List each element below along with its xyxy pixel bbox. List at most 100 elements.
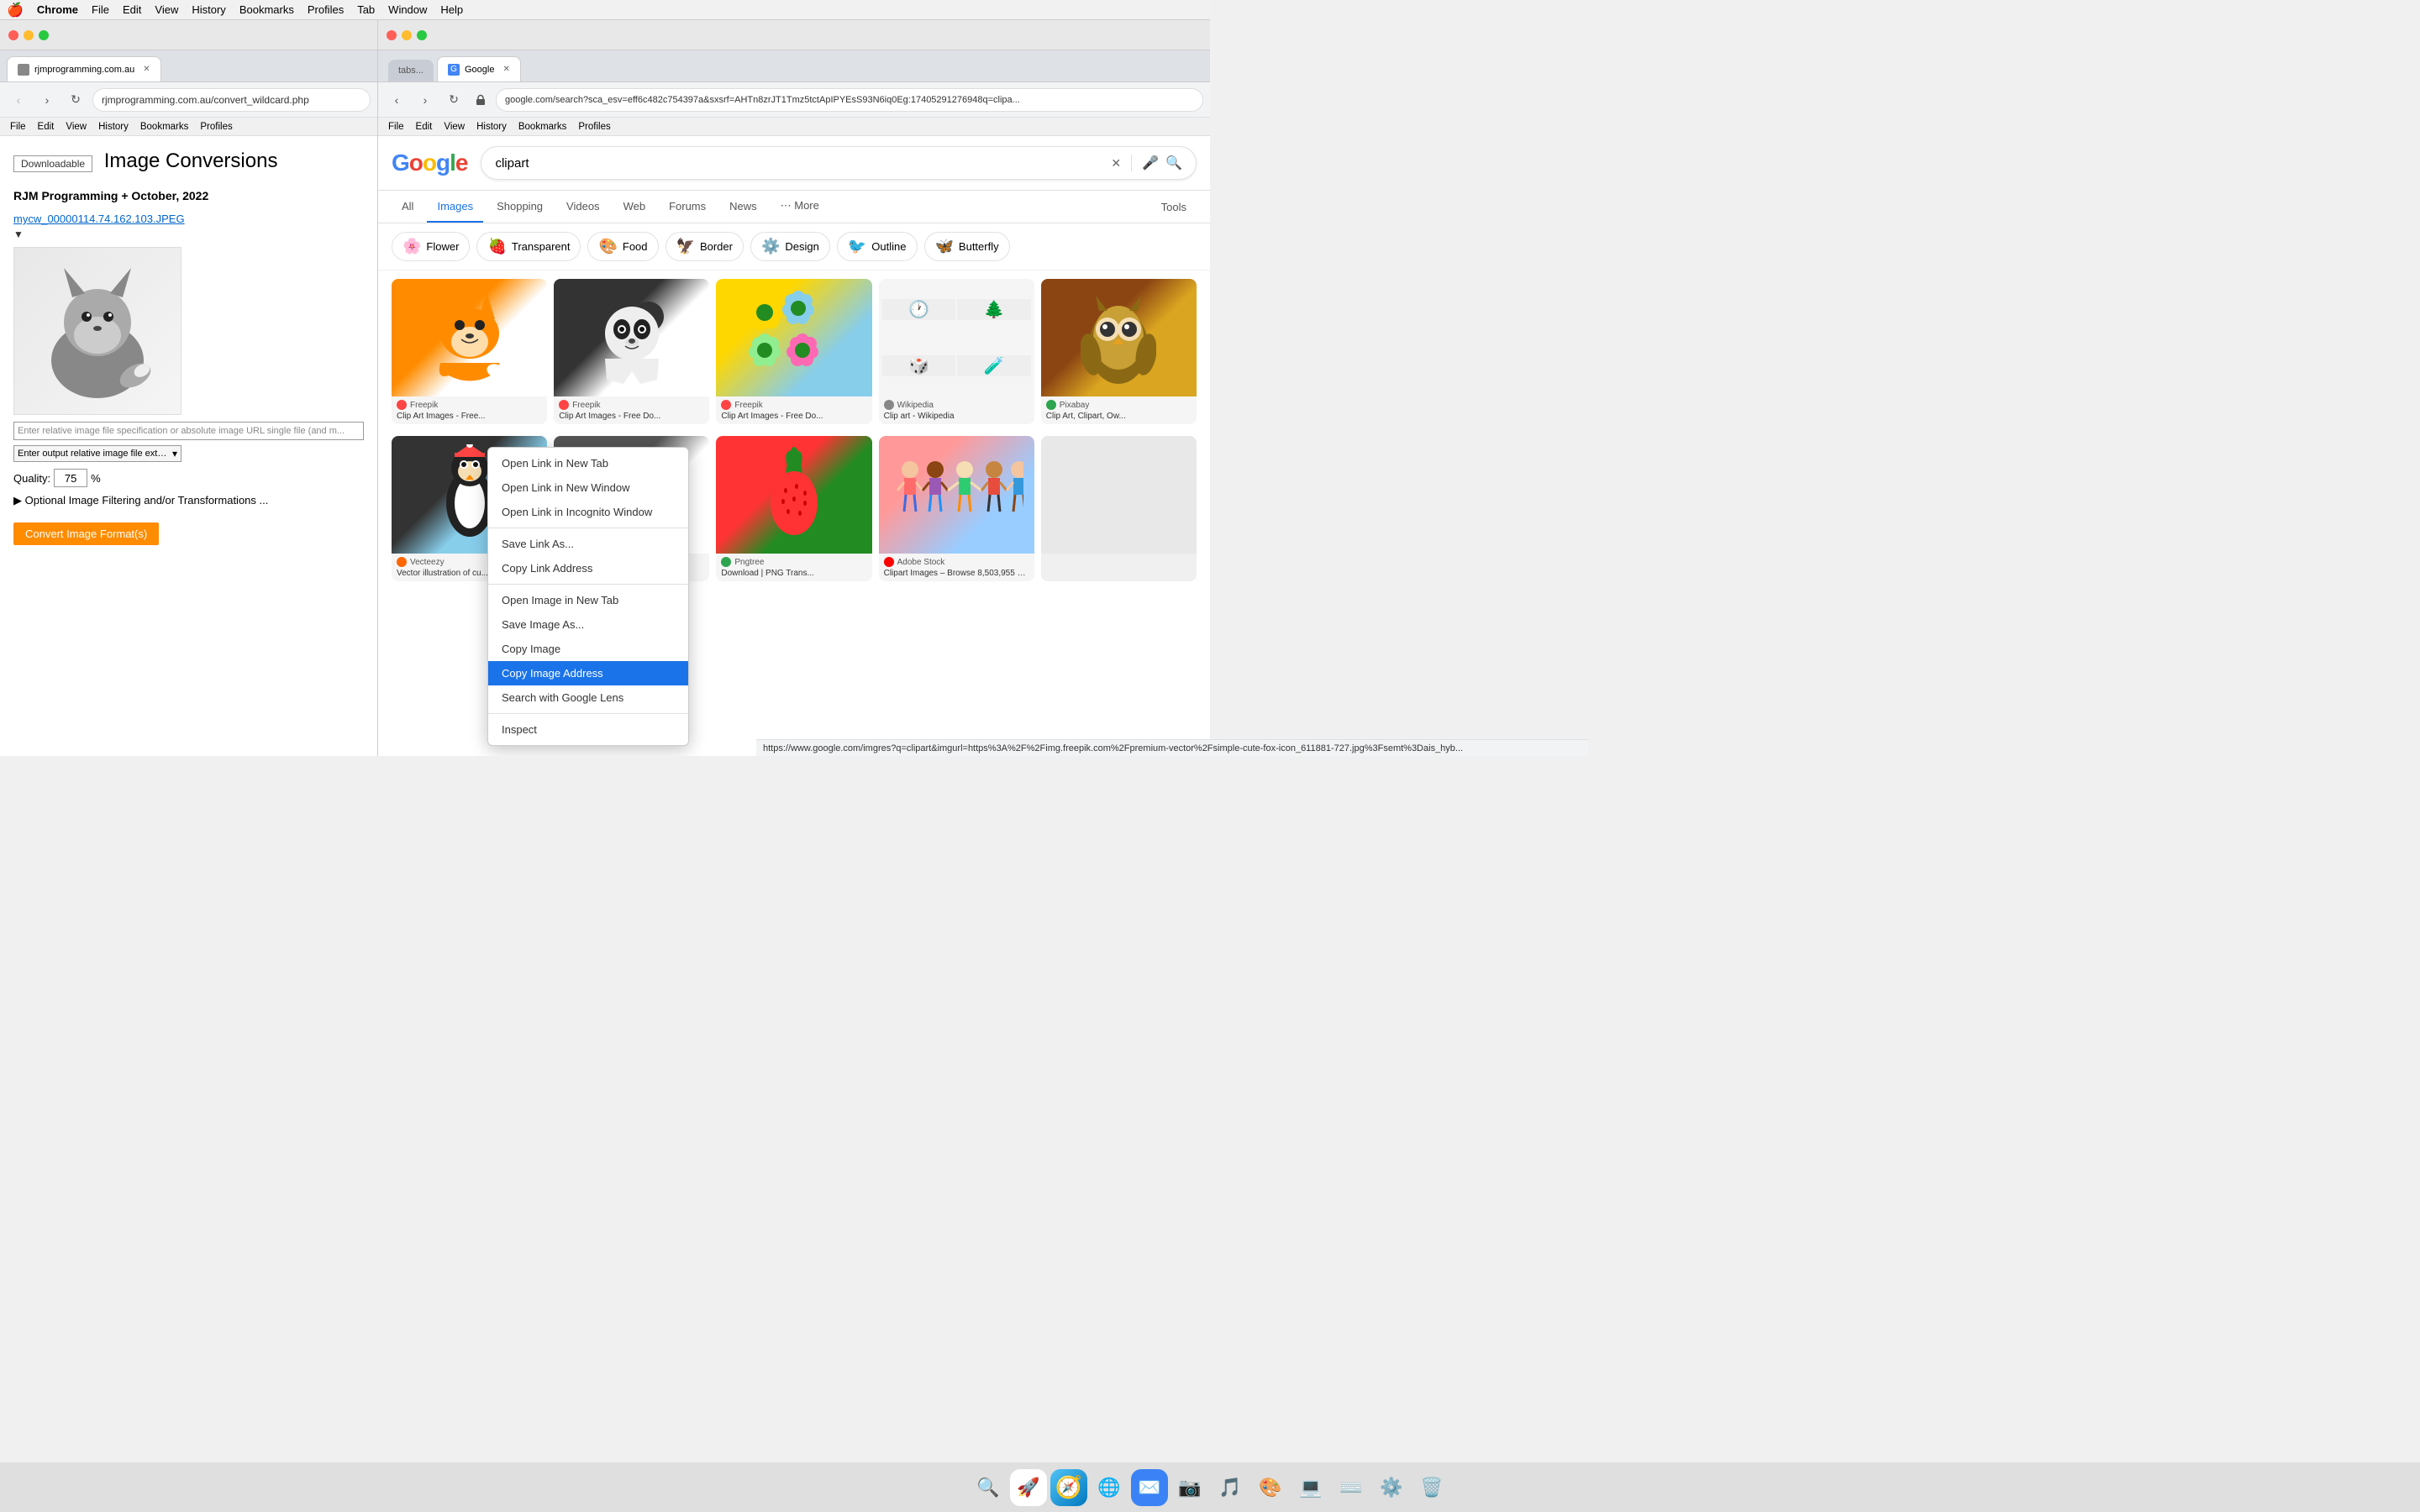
tab-images[interactable]: Images (427, 192, 483, 223)
cm-copy-link[interactable]: Copy Link Address (488, 556, 688, 580)
left-tab-close[interactable]: ✕ (143, 65, 150, 74)
chip-design[interactable]: ⚙️ Design (750, 232, 830, 261)
google-search-bar[interactable]: clipart ✕ 🎤 🔍 (481, 146, 1197, 180)
dock-settings[interactable]: ⚙️ (1373, 1469, 1410, 1506)
cm-search-google-lens[interactable]: Search with Google Lens (488, 685, 688, 710)
dock-mail[interactable]: ✉️ (1131, 1469, 1168, 1506)
cm-save-image[interactable]: Save Image As... (488, 612, 688, 637)
left-menu-profiles[interactable]: Profiles (195, 120, 237, 134)
dock-chrome[interactable]: 🌐 (1091, 1469, 1128, 1506)
left-active-tab[interactable]: rjmprogramming.com.au ✕ (7, 56, 161, 81)
search-lens-icon[interactable]: 🔍 (1165, 155, 1182, 171)
image-card-kids[interactable]: Adobe Stock Clipart Images – Browse 8,50… (879, 436, 1034, 581)
image-input[interactable]: Enter relative image file specification … (13, 422, 364, 440)
dock-trash[interactable]: 🗑️ (1413, 1469, 1450, 1506)
cm-copy-image-address[interactable]: Copy Image Address (488, 661, 688, 685)
right-close-button[interactable] (387, 30, 397, 40)
optional-transformations[interactable]: ▶ Optional Image Filtering and/or Transf… (13, 494, 364, 507)
menubar-chrome[interactable]: Chrome (37, 3, 78, 16)
cm-open-new-tab[interactable]: Open Link in New Tab (488, 451, 688, 475)
dock-launchpad[interactable]: 🚀 (1010, 1469, 1047, 1506)
right-menu-history[interactable]: History (471, 120, 512, 134)
menubar-help[interactable]: Help (440, 3, 463, 16)
chip-butterfly[interactable]: 🦋 Butterfly (924, 232, 1010, 261)
right-menu-profiles[interactable]: Profiles (573, 120, 615, 134)
right-tab-1[interactable]: tabs... (388, 60, 434, 81)
menubar-profiles[interactable]: Profiles (308, 3, 344, 16)
image-card-flowers[interactable]: Freepik Clip Art Images - Free Do... (716, 279, 871, 424)
right-menu-file[interactable]: File (383, 120, 409, 134)
output-format-select[interactable]: Enter output relative image file extensi… (13, 445, 182, 462)
chip-flower[interactable]: 🌸 Flower (392, 232, 470, 261)
right-tab-close[interactable]: ✕ (502, 65, 509, 74)
image-card-icons[interactable]: 🕐 🌲 🎲 🧪 Wikipedia Clip art - Wikipedia (879, 279, 1034, 424)
chip-transparent[interactable]: 🍓 Transparent (476, 232, 581, 261)
chip-food[interactable]: 🎨 Food (587, 232, 658, 261)
left-menu-file[interactable]: File (5, 120, 31, 134)
left-fullscreen-button[interactable] (39, 30, 49, 40)
dock-finder[interactable]: 🔍 (970, 1469, 1007, 1506)
cm-copy-image[interactable]: Copy Image (488, 637, 688, 661)
right-forward-button[interactable]: › (413, 88, 437, 112)
image-card-fox[interactable]: Freepik Clip Art Images - Free... (392, 279, 547, 424)
tab-news[interactable]: News (719, 192, 767, 223)
convert-button[interactable]: Convert Image Format(s) (13, 522, 159, 545)
image-card-strawberry[interactable]: Pngtree Download | PNG Trans... (716, 436, 871, 581)
dock-safari[interactable]: 🧭 (1050, 1469, 1087, 1506)
cm-inspect[interactable]: Inspect (488, 717, 688, 742)
left-menu-edit[interactable]: Edit (33, 120, 60, 134)
cm-save-link[interactable]: Save Link As... (488, 532, 688, 556)
right-back-button[interactable]: ‹ (385, 88, 408, 112)
menubar-view[interactable]: View (155, 3, 178, 16)
menubar-file[interactable]: File (92, 3, 109, 16)
dock-music[interactable]: 🎵 (1212, 1469, 1249, 1506)
chip-outline[interactable]: 🐦 Outline (837, 232, 918, 261)
menubar-tab[interactable]: Tab (357, 3, 375, 16)
right-menu-view[interactable]: View (439, 120, 470, 134)
right-active-tab[interactable]: G Google ✕ (437, 56, 521, 81)
menubar-bookmarks[interactable]: Bookmarks (239, 3, 294, 16)
right-address-bar[interactable]: google.com/search?sca_esv=eff6c482c75439… (496, 88, 1203, 112)
tab-web[interactable]: Web (613, 192, 656, 223)
cm-open-new-window[interactable]: Open Link in New Window (488, 475, 688, 500)
dock-photos[interactable]: 📷 (1171, 1469, 1208, 1506)
right-fullscreen-button[interactable] (417, 30, 427, 40)
left-minimize-button[interactable] (24, 30, 34, 40)
cm-open-incognito[interactable]: Open Link in Incognito Window (488, 500, 688, 524)
left-close-button[interactable] (8, 30, 18, 40)
left-back-button[interactable]: ‹ (7, 88, 30, 112)
chip-border[interactable]: 🦅 Border (666, 232, 744, 261)
right-menu-bookmarks[interactable]: Bookmarks (513, 120, 572, 134)
tools-button[interactable]: Tools (1151, 192, 1197, 222)
search-mic-icon[interactable]: 🎤 (1142, 155, 1159, 171)
tab-forums[interactable]: Forums (659, 192, 716, 223)
apple-menu[interactable]: 🍎 (7, 2, 24, 18)
right-tab-label: Google (465, 65, 494, 75)
cm-open-image-tab[interactable]: Open Image in New Tab (488, 588, 688, 612)
left-menu-history[interactable]: History (93, 120, 134, 134)
menubar-window[interactable]: Window (388, 3, 427, 16)
left-menu-bookmarks[interactable]: Bookmarks (135, 120, 194, 134)
right-minimize-button[interactable] (402, 30, 412, 40)
right-refresh-button[interactable]: ↻ (442, 88, 466, 112)
menubar-edit[interactable]: Edit (123, 3, 141, 16)
image-card-empty[interactable] (1041, 436, 1197, 581)
dock-figma[interactable]: 🎨 (1252, 1469, 1289, 1506)
menubar-history[interactable]: History (192, 3, 225, 16)
image-card-panda[interactable]: Freepik Clip Art Images - Free Do... (554, 279, 709, 424)
file-link[interactable]: mycw_00000114.74.162.103.JPEG (13, 213, 185, 225)
tab-all[interactable]: All (392, 192, 424, 223)
left-forward-button[interactable]: › (35, 88, 59, 112)
left-refresh-button[interactable]: ↻ (64, 88, 87, 112)
left-menu-view[interactable]: View (60, 120, 92, 134)
dock-vscode[interactable]: 💻 (1292, 1469, 1329, 1506)
search-clear-icon[interactable]: ✕ (1111, 156, 1121, 171)
image-card-owl[interactable]: Pixabay Clip Art, Clipart, Ow... (1041, 279, 1197, 424)
quality-input[interactable] (54, 469, 87, 487)
tab-shopping[interactable]: Shopping (487, 192, 553, 223)
right-menu-edit[interactable]: Edit (411, 120, 438, 134)
tab-videos[interactable]: Videos (556, 192, 610, 223)
tab-more[interactable]: ⋯ More (771, 191, 829, 223)
dock-terminal[interactable]: ⌨️ (1333, 1469, 1370, 1506)
left-address-bar[interactable]: rjmprogramming.com.au/convert_wildcard.p… (92, 88, 371, 112)
